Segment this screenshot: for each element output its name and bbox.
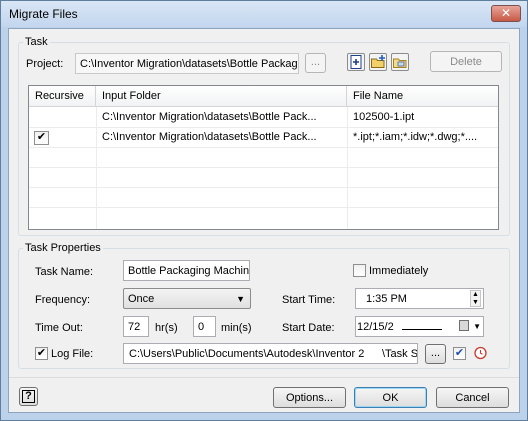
immediately-label: Immediately bbox=[369, 265, 429, 277]
log-file-path: C:\Users\Public\Documents\Autodesk\Inven… bbox=[129, 348, 365, 360]
minutes-unit-label: min(s) bbox=[221, 322, 252, 334]
start-date-value: 12/15/2 bbox=[357, 321, 394, 333]
log-file-label: Log File: bbox=[51, 348, 94, 360]
row-2-input-folder: C:\Inventor Migration\datasets\Bottle Pa… bbox=[102, 131, 317, 143]
table-row[interactable]: ✔ C:\Inventor Migration\datasets\Bottle … bbox=[29, 128, 498, 147]
log-file-checkbox[interactable]: ✔ bbox=[35, 347, 48, 360]
chevron-down-icon[interactable]: ▼ bbox=[473, 320, 481, 334]
migration-file-list[interactable]: Recursive Input Folder File Name C:\Inve… bbox=[28, 85, 499, 230]
table-row[interactable]: C:\Inventor Migration\datasets\Bottle Pa… bbox=[29, 108, 498, 127]
options-button[interactable]: Options... bbox=[273, 387, 346, 408]
start-date-input[interactable]: 12/15/2 ▼ bbox=[355, 316, 484, 337]
footer-divider bbox=[9, 377, 519, 378]
cancel-button[interactable]: Cancel bbox=[436, 387, 509, 408]
frequency-select[interactable]: Once ▼ bbox=[123, 288, 251, 309]
add-project-icon[interactable] bbox=[391, 53, 409, 71]
task-properties-group-label: Task Properties bbox=[23, 242, 103, 254]
add-file-icon[interactable] bbox=[347, 53, 365, 71]
log-file-browse-button[interactable]: ... bbox=[425, 344, 446, 364]
hours-unit-label: hr(s) bbox=[155, 322, 178, 334]
row-2-recursive-checkbox[interactable]: ✔ bbox=[34, 131, 49, 145]
frequency-value: Once bbox=[128, 293, 155, 305]
project-browse-button[interactable]: ... bbox=[305, 53, 326, 73]
add-folder-icon[interactable] bbox=[369, 53, 387, 71]
frequency-label: Frequency: bbox=[35, 294, 91, 306]
spinner-icon[interactable]: ▲ ▼ bbox=[470, 290, 481, 307]
help-icon: ? bbox=[22, 390, 35, 403]
immediately-checkbox[interactable] bbox=[353, 264, 366, 277]
column-header-file-name[interactable]: File Name bbox=[347, 86, 498, 107]
log-option-checkbox[interactable]: ✔ bbox=[453, 347, 466, 360]
chevron-down-icon: ▼ bbox=[236, 294, 245, 304]
window-title: Migrate Files bbox=[9, 7, 78, 21]
title-bar[interactable]: Migrate Files ✕ bbox=[1, 1, 527, 27]
row-1-input-folder: C:\Inventor Migration\datasets\Bottle Pa… bbox=[102, 111, 317, 123]
column-header-recursive[interactable]: Recursive bbox=[29, 86, 96, 107]
task-name-label: Task Name: bbox=[35, 266, 94, 278]
calendar-icon[interactable] bbox=[459, 320, 469, 331]
help-button[interactable]: ? bbox=[19, 387, 38, 406]
task-name-input[interactable]: Bottle Packaging Machine bbox=[123, 260, 250, 281]
log-file-name: \Task S bbox=[382, 348, 418, 360]
project-field[interactable]: C:\Inventor Migration\datasets\Bottle Pa… bbox=[75, 53, 299, 74]
close-button[interactable]: ✕ bbox=[491, 5, 521, 22]
migrate-files-window: Migrate Files ✕ Task Project: C:\Invento… bbox=[0, 0, 528, 421]
row-2-file-name: *.ipt;*.iam;*.idw;*.dwg;*.... bbox=[353, 131, 478, 143]
clock-icon[interactable] bbox=[473, 345, 488, 360]
start-time-label: Start Time: bbox=[282, 294, 336, 306]
timeout-minutes-input[interactable]: 0 bbox=[193, 316, 216, 337]
task-group-label: Task bbox=[23, 36, 50, 48]
start-time-input[interactable]: 1:35 PM ▲ ▼ bbox=[355, 288, 484, 309]
row-1-file-name: 102500-1.ipt bbox=[353, 111, 415, 123]
start-time-value: 1:35 PM bbox=[366, 293, 407, 305]
dialog-client-area: Task Project: C:\Inventor Migration\data… bbox=[8, 28, 520, 413]
date-underline bbox=[402, 329, 442, 330]
time-out-label: Time Out: bbox=[35, 322, 83, 334]
ok-button[interactable]: OK bbox=[354, 387, 427, 408]
project-label: Project: bbox=[26, 58, 64, 70]
column-header-input-folder[interactable]: Input Folder bbox=[96, 86, 347, 107]
log-file-input[interactable]: C:\Users\Public\Documents\Autodesk\Inven… bbox=[123, 343, 418, 364]
delete-button[interactable]: Delete bbox=[430, 51, 502, 72]
timeout-hours-input[interactable]: 72 bbox=[123, 316, 149, 337]
start-date-label: Start Date: bbox=[282, 322, 335, 334]
